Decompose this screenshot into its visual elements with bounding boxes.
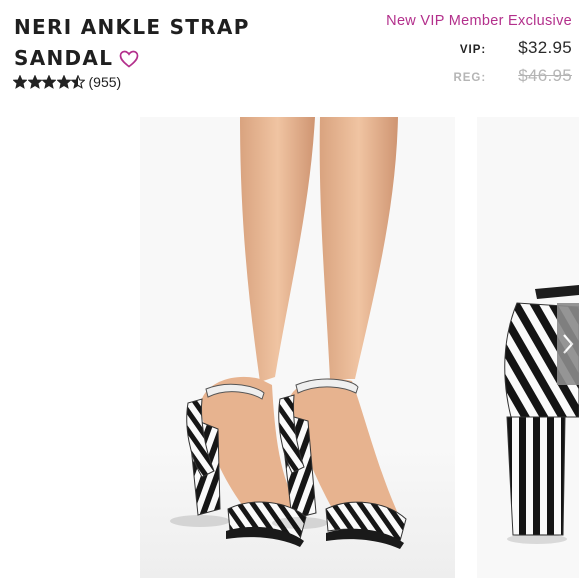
star-icon xyxy=(27,75,42,89)
review-count[interactable]: (955) xyxy=(89,74,122,90)
favorite-heart-icon[interactable] xyxy=(119,46,139,77)
product-image-main[interactable] xyxy=(140,117,455,578)
regular-price-row: REG: $46.95 xyxy=(453,66,572,86)
star-icon xyxy=(42,75,56,89)
vip-price: $32.95 xyxy=(518,38,572,57)
chevron-right-icon xyxy=(563,334,574,354)
vip-price-row: VIP: $32.95 xyxy=(460,38,572,58)
product-title-line2: SANDAL xyxy=(14,43,274,77)
vip-price-label: VIP: xyxy=(459,44,487,56)
star-icon xyxy=(56,75,71,89)
star-icon xyxy=(71,75,85,89)
regular-price-label: REG: xyxy=(453,72,487,84)
rating-stars xyxy=(13,75,86,89)
product-title-text: SANDAL xyxy=(14,46,114,70)
product-title-line1: NERI ANKLE STRAP xyxy=(14,15,250,39)
vip-promo-text: New VIP Member Exclusive xyxy=(386,13,572,29)
product-title: NERI ANKLE STRAP SANDAL xyxy=(14,12,274,77)
regular-price: $46.95 xyxy=(518,66,572,85)
product-rating[interactable]: (955) xyxy=(13,74,121,90)
gallery-next-button[interactable] xyxy=(557,303,579,385)
star-icon xyxy=(13,75,27,89)
sandal-model-photo xyxy=(140,117,455,578)
